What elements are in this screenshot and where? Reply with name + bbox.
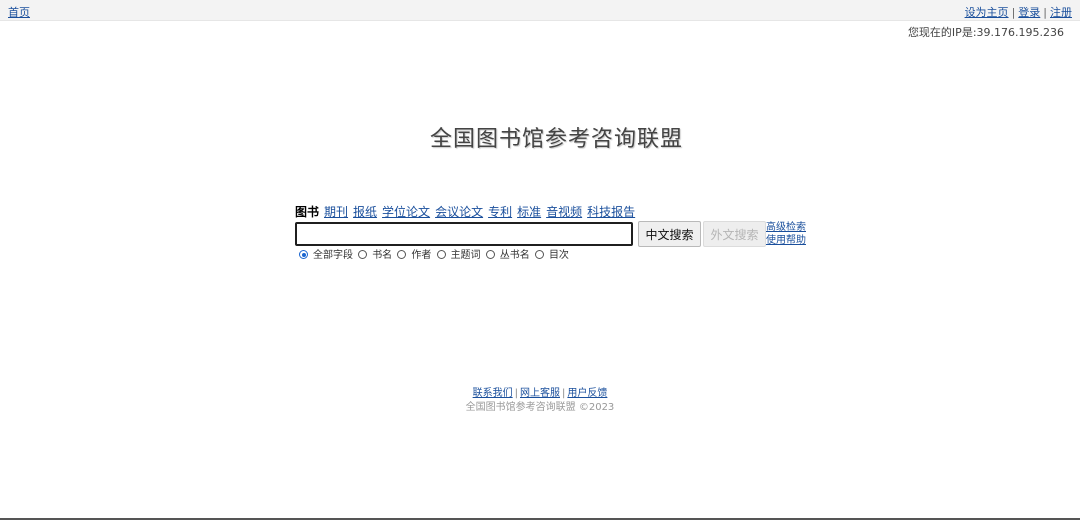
search-field-options: 全部字段 书名 作者 主题词 丛书名 目次 xyxy=(299,246,571,261)
top-bar: 首页 设为主页 | 登录 | 注册 xyxy=(0,0,1080,21)
separator: | xyxy=(514,388,518,399)
search-input[interactable] xyxy=(295,222,633,246)
field-label: 作者 xyxy=(411,250,432,261)
help-link[interactable]: 使用帮助 xyxy=(766,234,806,247)
tab-theses[interactable]: 学位论文 xyxy=(382,205,430,219)
online-service-link[interactable]: 网上客服 xyxy=(520,388,560,399)
field-option-subject[interactable]: 主题词 xyxy=(436,246,481,261)
footer: 联系我们 | 网上客服 | 用户反馈 全国图书馆参考咨询联盟 ©2023 xyxy=(0,387,1080,415)
search-row: 中文搜索 外文搜索 高级检索 使用帮助 xyxy=(295,221,835,247)
field-label: 目次 xyxy=(548,250,569,261)
tab-newspapers[interactable]: 报纸 xyxy=(353,205,377,219)
tab-books[interactable]: 图书 xyxy=(295,205,319,219)
field-label: 主题词 xyxy=(450,250,481,261)
field-label: 丛书名 xyxy=(499,250,530,261)
radio-button[interactable] xyxy=(485,250,495,259)
search-side-links: 高级检索 使用帮助 xyxy=(766,221,806,247)
search-panel: 图书 期刊 报纸 学位论文 会议论文 专利 标准 音视频 科技报告 中文搜索 外文搜索 高级检索… xyxy=(295,204,835,261)
field-option-author[interactable]: 作者 xyxy=(397,246,431,261)
ip-address-text: 您现在的IP是:39.176.195.236 xyxy=(907,26,1064,39)
register-link[interactable]: 注册 xyxy=(1050,6,1072,19)
radio-button[interactable] xyxy=(436,250,446,259)
field-option-title[interactable]: 书名 xyxy=(358,246,392,261)
separator: | xyxy=(562,388,566,399)
set-homepage-link[interactable]: 设为主页 xyxy=(965,6,1009,19)
chinese-search-button[interactable]: 中文搜索 xyxy=(638,221,701,247)
tab-tech-reports[interactable]: 科技报告 xyxy=(587,205,635,219)
separator: | xyxy=(1011,6,1016,19)
tab-audio-video[interactable]: 音视频 xyxy=(546,205,582,219)
radio-button[interactable] xyxy=(358,250,368,259)
tab-journals[interactable]: 期刊 xyxy=(324,205,348,219)
copyright-text: 全国图书馆参考咨询联盟 ©2023 xyxy=(465,402,615,413)
login-link[interactable]: 登录 xyxy=(1018,6,1040,19)
field-option-contents[interactable]: 目次 xyxy=(534,246,569,261)
site-logo-title: 全国图书馆参考咨询联盟 xyxy=(429,127,683,152)
footer-links: 联系我们 | 网上客服 | 用户反馈 xyxy=(0,387,1080,401)
contact-us-link[interactable]: 联系我们 xyxy=(473,388,513,399)
tab-conference-papers[interactable]: 会议论文 xyxy=(435,205,483,219)
tab-standards[interactable]: 标准 xyxy=(517,205,541,219)
tab-patents[interactable]: 专利 xyxy=(488,205,512,219)
account-links: 设为主页 | 登录 | 注册 xyxy=(965,4,1072,20)
search-category-tabs: 图书 期刊 报纸 学位论文 会议论文 专利 标准 音视频 科技报告 xyxy=(295,204,835,220)
field-option-all[interactable]: 全部字段 xyxy=(299,246,353,261)
field-label: 全部字段 xyxy=(313,250,353,261)
radio-button[interactable] xyxy=(534,250,544,259)
field-label: 书名 xyxy=(372,250,393,261)
field-option-series[interactable]: 丛书名 xyxy=(485,246,530,261)
separator: | xyxy=(1043,6,1047,19)
radio-button[interactable] xyxy=(299,250,308,259)
advanced-search-link[interactable]: 高级检索 xyxy=(766,221,806,234)
user-feedback-link[interactable]: 用户反馈 xyxy=(567,388,607,399)
radio-button[interactable] xyxy=(397,250,407,259)
foreign-search-button[interactable]: 外文搜索 xyxy=(703,221,766,247)
home-link[interactable]: 首页 xyxy=(8,4,30,20)
